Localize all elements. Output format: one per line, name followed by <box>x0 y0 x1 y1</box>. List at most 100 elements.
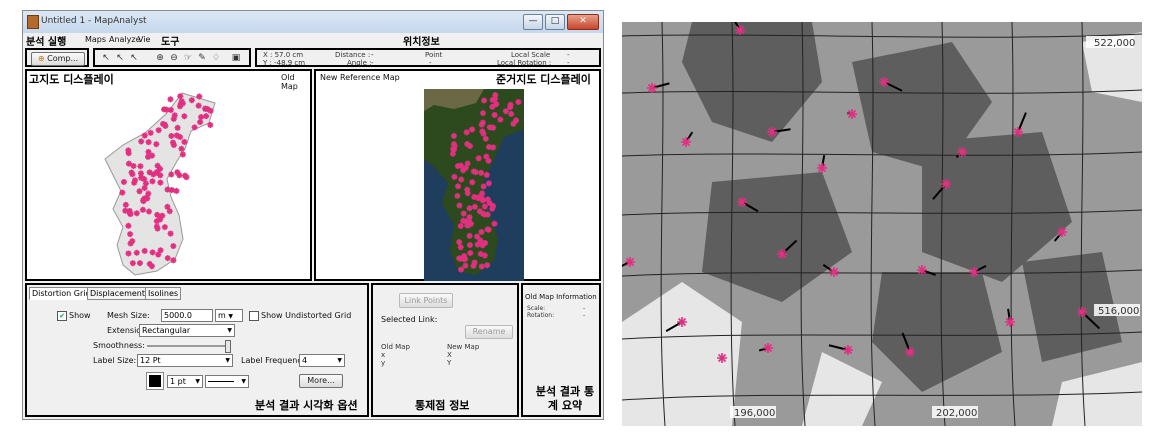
smoothness-track <box>147 345 227 347</box>
old-map-korea[interactable] <box>87 89 227 279</box>
grid-label-522000: 522,000 <box>1094 38 1135 49</box>
smoothness-slider[interactable] <box>225 340 231 353</box>
control-point-marker <box>167 96 174 103</box>
old-x: x <box>381 351 386 359</box>
line-color-swatch[interactable] <box>146 372 164 390</box>
control-point-marker <box>176 172 183 179</box>
old-y: y <box>381 359 386 367</box>
measure-icon[interactable]: ♢ <box>211 53 221 63</box>
grid-label-516000: 516,000 <box>1098 306 1139 317</box>
chevron-down-icon: ▼ <box>225 357 230 364</box>
control-point-marker <box>767 127 777 137</box>
chevron-down-icon: ▼ <box>241 378 246 385</box>
point-value: - <box>429 59 432 67</box>
line-width-select[interactable]: 1 pt ▼ <box>167 375 203 388</box>
summary-panel: Old Map Information Scale: - Rotation: -… <box>521 283 601 417</box>
control-point-panel: Link Points Selected Link: Rename Old Ma… <box>371 283 519 417</box>
line-width-value: 1 pt <box>170 377 186 386</box>
distortion-detail-map[interactable]: 522,000 516,000 196,000 202,000 <box>622 22 1142 426</box>
rename-button[interactable]: Rename <box>465 325 513 339</box>
mesh-size-label: Mesh Size: <box>107 311 150 320</box>
annot-ref-map-display: 준거지도 디스플레이 <box>496 73 591 86</box>
annot-control-info: 통제점 정보 <box>415 399 470 412</box>
new-x: X <box>447 351 452 359</box>
tab-isolines[interactable]: Isolines <box>145 287 182 300</box>
selected-link-label: Selected Link: <box>381 315 438 324</box>
angle-label: Angle : <box>347 59 372 67</box>
link-points-button[interactable]: Link Points <box>399 293 453 308</box>
more-button[interactable]: More... <box>299 374 343 388</box>
chevron-down-icon: ▼ <box>228 313 233 320</box>
pan-icon[interactable]: ☞ <box>183 53 193 63</box>
label-frequency-value: 4 <box>302 356 308 365</box>
distance-label: Distance : <box>335 51 371 59</box>
menu-analyze[interactable]: Analyze <box>109 35 141 44</box>
old-map-col: Old Map <box>381 343 410 351</box>
add-point-tool-icon[interactable]: ↖ <box>115 53 125 63</box>
annot-run: 분석 실행 <box>26 37 67 48</box>
rotation-label: Rotation: <box>527 312 555 319</box>
tab-displacements[interactable]: Displacements <box>87 287 153 300</box>
coord-x: X : 57.0 cm <box>263 51 304 59</box>
control-point-marker <box>735 25 745 35</box>
show-checkbox[interactable]: ✔ <box>57 311 67 321</box>
label-frequency-select[interactable]: 4 ▼ <box>299 354 345 367</box>
zoom-in-icon[interactable]: ⊕ <box>155 53 165 63</box>
control-point-marker <box>647 83 657 93</box>
chevron-down-icon: ▼ <box>195 378 200 385</box>
move-point-tool-icon[interactable]: ↖ <box>129 53 139 63</box>
undistorted-checkbox[interactable] <box>249 311 259 321</box>
select-tool-icon[interactable]: ↖ <box>101 53 111 63</box>
mesh-size-input[interactable]: 5000.0 <box>161 309 213 322</box>
app-icon <box>27 15 39 29</box>
menu-maps[interactable]: Maps <box>85 35 106 44</box>
chevron-down-icon: ▼ <box>337 357 342 364</box>
local-rotation-label: Local Rotation : <box>497 59 552 67</box>
point-label: Point <box>425 51 443 59</box>
control-point-marker <box>847 109 857 119</box>
show-all-icon[interactable]: ▣ <box>231 53 241 63</box>
rotation-value: - <box>583 312 586 319</box>
line-style-preview <box>208 381 234 382</box>
maximize-button[interactable]: □ <box>545 14 565 30</box>
compute-label: Comp... <box>47 54 79 63</box>
control-point-marker <box>1057 227 1067 237</box>
control-point-marker <box>717 353 727 363</box>
label-size-label: Label Size: <box>93 356 137 365</box>
control-point-marker <box>677 317 687 327</box>
local-scale-value: - <box>567 51 570 59</box>
ref-map-panel[interactable]: New Reference Map 준거지도 디스플레이 <box>314 69 601 281</box>
chevron-down-icon: ▼ <box>227 327 232 334</box>
ref-map-satellite[interactable] <box>424 89 524 281</box>
old-map-panel[interactable]: 고지도 디스플레이 Old Map <box>25 69 312 281</box>
tab-distortion-grid[interactable]: Distortion Grid <box>29 287 94 300</box>
draw-icon[interactable]: ✎ <box>197 53 207 63</box>
control-point-marker <box>508 110 515 117</box>
mapanalyst-window: Untitled 1 - MapAnalyst — □ ✕ 분석 실행 Maps… <box>22 10 604 420</box>
mesh-unit-select[interactable]: m ▼ <box>215 309 243 322</box>
viz-options-panel: Distortion Grid Displacements Isolines ✔… <box>25 283 369 417</box>
annot-viz-options: 분석 결과 시각화 옵션 <box>255 399 358 412</box>
line-style-select[interactable]: ▼ <box>205 375 249 388</box>
label-size-value: 12 Pt <box>140 356 161 365</box>
control-point-marker <box>1077 307 1087 317</box>
extension-value: Rectangular <box>142 326 191 335</box>
minimize-button[interactable]: — <box>523 14 543 30</box>
control-point-marker <box>515 99 522 106</box>
close-button[interactable]: ✕ <box>567 14 599 30</box>
menu-bar: 분석 실행 Maps Analyze Vie 도구 위치정보 <box>23 33 603 48</box>
scale-label: Scale: <box>527 305 546 312</box>
angle-value: - <box>371 59 374 67</box>
zoom-out-icon[interactable]: ⊖ <box>169 53 179 63</box>
control-point-marker <box>737 197 747 207</box>
control-point-marker <box>879 77 889 87</box>
control-point-marker <box>625 257 635 267</box>
compute-button[interactable]: ⊕ Comp... <box>31 52 85 66</box>
new-map-col: New Map <box>447 343 480 351</box>
menu-view[interactable]: Vie <box>138 35 150 44</box>
label-size-select[interactable]: 12 Pt ▼ <box>137 354 233 367</box>
title-bar: Untitled 1 - MapAnalyst — □ ✕ <box>23 11 603 33</box>
control-point-marker <box>485 157 492 164</box>
extension-select[interactable]: Rectangular ▼ <box>139 324 235 337</box>
control-point-marker <box>829 267 839 277</box>
